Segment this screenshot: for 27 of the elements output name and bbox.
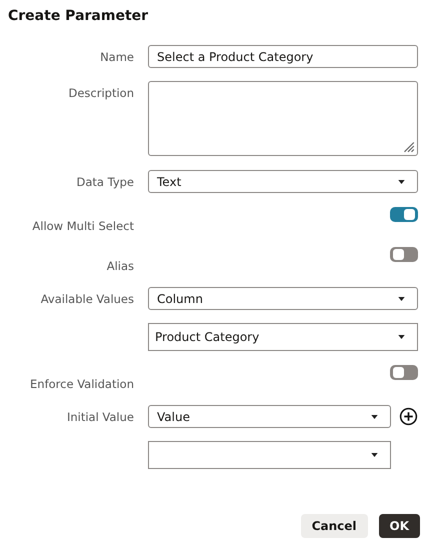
field-label: Enforce Validation	[29, 376, 134, 393]
cancel-button[interactable]: Cancel	[300, 514, 368, 538]
description-field[interactable]	[148, 81, 418, 156]
dropdown[interactable]: Column	[148, 287, 418, 310]
field-label: Initial Value	[66, 409, 134, 426]
field-label: Name	[99, 49, 134, 66]
caret-icon	[398, 296, 405, 300]
name-field[interactable]: Select a Product Category	[148, 45, 418, 68]
field-label: Alias	[106, 258, 134, 275]
field-label: Available Values	[40, 291, 134, 308]
dropdown[interactable]: Value	[148, 405, 391, 428]
dialog-title: Create Parameter	[8, 8, 150, 24]
toggle-switch[interactable]	[390, 365, 418, 380]
caret-icon	[371, 414, 378, 418]
field-label: Description	[68, 85, 134, 102]
field-label: Data Type	[75, 174, 134, 191]
dropdown[interactable]	[148, 441, 391, 469]
caret-icon	[371, 453, 378, 457]
dropdown[interactable]: Text	[148, 170, 418, 193]
toggle-switch[interactable]	[390, 247, 418, 262]
dropdown[interactable]: Product Category	[148, 323, 418, 351]
ok-button[interactable]: OK	[378, 514, 420, 538]
caret-icon	[398, 180, 405, 184]
add-icon[interactable]	[399, 407, 418, 426]
toggle-switch[interactable]	[390, 207, 418, 222]
field-label: Allow Multi Select	[31, 218, 134, 235]
caret-icon	[398, 335, 405, 339]
